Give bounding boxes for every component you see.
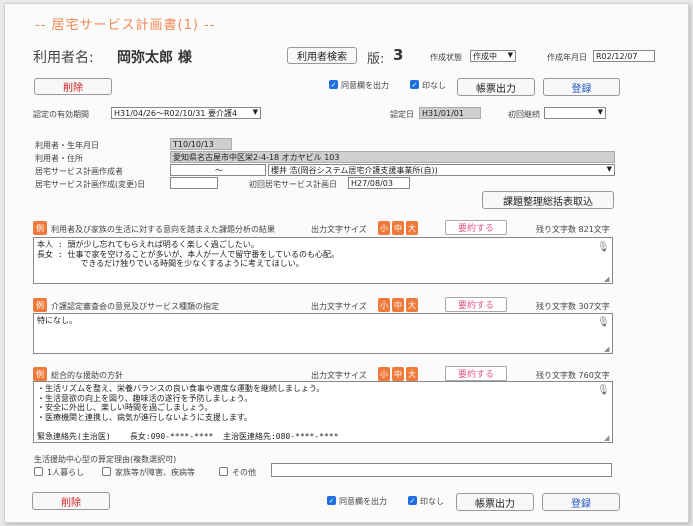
size-large-button[interactable]: 大: [406, 221, 418, 235]
size-medium-button[interactable]: 中: [392, 221, 404, 235]
cert-period-label: 認定の有効期間: [33, 110, 89, 119]
address-label: 利用者・住所: [35, 154, 83, 163]
size-large-button[interactable]: 大: [406, 298, 418, 312]
user-name: 岡弥太郎 様: [117, 50, 192, 66]
cert-period-value: H31/04/26～R02/10/31 要介護4: [114, 108, 238, 118]
delete-button-bottom[interactable]: 削除: [32, 492, 110, 510]
size-small-button[interactable]: 小: [378, 367, 390, 381]
plan-sheet: -- 居宅サービス計画書(1) -- 利用者名: 岡弥太郎 様 利用者検索 版:…: [4, 3, 689, 523]
reason-family-disability-checkbox[interactable]: [102, 467, 111, 476]
user-search-button[interactable]: 利用者検索: [287, 47, 357, 64]
section-heading: 総合的な援助の方針: [51, 371, 123, 380]
example-icon[interactable]: 例: [33, 298, 47, 312]
first-continue-label: 初回継続: [508, 110, 540, 119]
planner-value: 櫻井 浩(岡谷システム居宅介護支援事業所(自)): [271, 165, 438, 175]
consent-checkbox-top[interactable]: ✓: [329, 80, 338, 89]
print-button-top[interactable]: 帳票出力: [457, 78, 535, 96]
consent-checkbox-bottom[interactable]: ✓: [327, 496, 336, 505]
font-size-label: 出力文字サイズ: [311, 371, 367, 380]
resize-handle-icon[interactable]: ◢: [604, 434, 609, 442]
reason-other-label: その他: [232, 468, 256, 477]
size-medium-button[interactable]: 中: [392, 367, 404, 381]
no-seal-checkbox-bottom[interactable]: ✓: [408, 496, 417, 505]
cert-date-field: H31/01/01: [419, 107, 481, 119]
overall-policy-textarea[interactable]: ・生活リズムを整え、栄養バランスの良い食事や適度な運動を継続しましょう。 ・生活…: [33, 381, 613, 443]
created-date-label: 作成年月日: [547, 53, 587, 62]
chevron-down-icon: ▼: [597, 108, 603, 116]
summarize-button[interactable]: 要約する: [445, 297, 507, 312]
planner-tilde: ～: [170, 164, 266, 176]
review-opinion-textarea[interactable]: 特になし。: [33, 313, 613, 354]
resize-handle-icon[interactable]: ◢: [604, 345, 609, 353]
remaining-chars: 残り文字数 821文字: [536, 225, 610, 234]
example-icon[interactable]: 例: [33, 221, 47, 235]
analysis-textarea[interactable]: 本人 : 頭が少し忘れてもらえれば明るく楽しく過ごしたい。 長女 : 仕事で家を…: [33, 237, 613, 284]
size-medium-button[interactable]: 中: [392, 298, 404, 312]
print-button-bottom[interactable]: 帳票出力: [456, 493, 534, 511]
example-icon[interactable]: 例: [33, 367, 47, 381]
consent-label-top: 同意欄を出力: [341, 81, 389, 90]
remaining-chars: 残り文字数 760文字: [536, 371, 610, 380]
register-button-bottom[interactable]: 登録: [542, 493, 620, 511]
register-button-top[interactable]: 登録: [543, 78, 620, 96]
chevron-down-icon: ▼: [606, 165, 612, 173]
remaining-chars: 残り文字数 307文字: [536, 302, 610, 311]
planner-select[interactable]: 櫻井 浩(岡谷システム居宅介護支援事業所(自)) ▼: [268, 164, 615, 176]
no-seal-checkbox-top[interactable]: ✓: [410, 80, 419, 89]
reason-living-alone-label: 1人暮らし: [47, 468, 85, 477]
status-value: 作成中: [473, 51, 497, 61]
version-label: 版:: [367, 52, 385, 67]
cert-date-label: 認定日: [390, 110, 414, 119]
size-large-button[interactable]: 大: [406, 367, 418, 381]
reason-other-checkbox[interactable]: [219, 467, 228, 476]
microphone-icon[interactable]: 🎙: [597, 242, 610, 256]
first-plan-input[interactable]: H27/08/03: [348, 177, 410, 189]
size-small-button[interactable]: 小: [378, 298, 390, 312]
created-date-input[interactable]: R02/12/07: [593, 50, 655, 62]
reason-family-disability-label: 家族等が障害、疾病等: [115, 468, 195, 477]
reason-other-input[interactable]: [271, 463, 612, 477]
birth-label: 利用者・生年月日: [35, 141, 99, 150]
change-date-input[interactable]: [170, 177, 218, 189]
first-continue-select[interactable]: ▼: [544, 107, 606, 119]
chevron-down-icon: ▼: [507, 51, 513, 59]
reason-label: 生活援助中心型の算定理由(複数選択可): [34, 455, 177, 464]
summarize-button[interactable]: 要約する: [445, 366, 507, 381]
address-field: 愛知県名古屋市中区栄2-4-18 オカヤビル 103: [170, 151, 615, 163]
birth-field: T10/10/13: [170, 138, 232, 150]
no-seal-label-bottom: 印なし: [420, 497, 444, 506]
status-label: 作成状態: [430, 53, 462, 62]
microphone-icon[interactable]: 🎙: [597, 385, 610, 399]
consent-label-bottom: 同意欄を出力: [339, 497, 387, 506]
import-summary-button[interactable]: 課題整理総括表取込: [482, 191, 614, 209]
font-size-label: 出力文字サイズ: [311, 302, 367, 311]
font-size-label: 出力文字サイズ: [311, 225, 367, 234]
page-title: -- 居宅サービス計画書(1) --: [35, 18, 216, 33]
summarize-button[interactable]: 要約する: [445, 220, 507, 235]
version-value: 3: [393, 46, 404, 64]
first-plan-label: 初回居宅サービス計画日: [249, 180, 337, 189]
delete-button-top[interactable]: 削除: [34, 78, 112, 95]
no-seal-label-top: 印なし: [422, 81, 446, 90]
reason-living-alone-checkbox[interactable]: [34, 467, 43, 476]
status-select[interactable]: 作成中 ▼: [470, 50, 516, 62]
section-heading: 利用者及び家族の生活に対する意向を踏まえた課題分析の結果: [51, 225, 275, 234]
section-heading: 介護認定審査会の意見及びサービス種類の指定: [51, 302, 219, 311]
user-label: 利用者名:: [33, 50, 94, 66]
resize-handle-icon[interactable]: ◢: [604, 275, 609, 283]
planner-label: 居宅サービス計画作成者: [35, 167, 123, 176]
chevron-down-icon: ▼: [252, 108, 258, 116]
microphone-icon[interactable]: 🎙: [597, 317, 610, 331]
size-small-button[interactable]: 小: [378, 221, 390, 235]
change-date-label: 居宅サービス計画作成(変更)日: [35, 180, 146, 189]
cert-period-select[interactable]: H31/04/26～R02/10/31 要介護4 ▼: [111, 107, 261, 119]
